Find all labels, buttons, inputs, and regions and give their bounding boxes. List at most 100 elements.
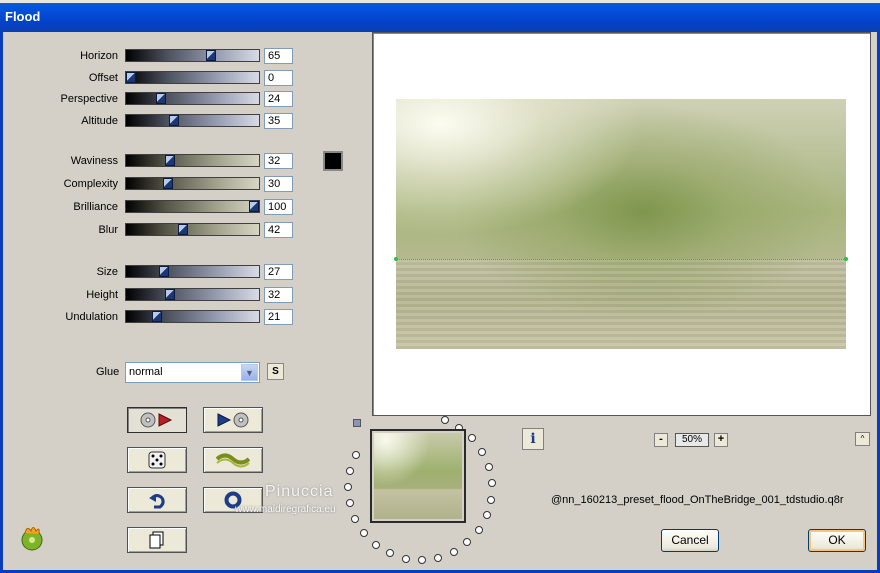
param-slider[interactable] [125, 310, 260, 323]
load-preset-button[interactable] [127, 407, 187, 433]
slider-thumb[interactable] [178, 224, 188, 235]
param-row-complexity: Complexity 30 [3, 176, 303, 194]
param-slider[interactable] [125, 154, 260, 167]
ok-button[interactable]: OK [808, 529, 866, 552]
param-value-field[interactable]: 21 [264, 309, 293, 325]
param-label: Size [96, 266, 118, 278]
param-value-field[interactable]: 30 [264, 176, 293, 192]
horizon-handle-right[interactable] [844, 257, 848, 261]
preset-slot[interactable] [344, 483, 352, 491]
play-disc-icon [217, 412, 249, 428]
slider-thumb[interactable] [156, 93, 166, 104]
param-label: Brilliance [73, 201, 118, 213]
preset-slot[interactable] [483, 511, 491, 519]
param-value-field[interactable]: 65 [264, 48, 293, 64]
param-row-height: Height 32 [3, 287, 303, 305]
undo-icon [149, 494, 165, 509]
param-label: Offset [88, 72, 118, 84]
param-slider[interactable] [125, 92, 260, 105]
param-value-field[interactable]: 100 [264, 199, 293, 215]
undo-button[interactable] [127, 487, 187, 513]
flood-color-swatch[interactable] [323, 151, 343, 171]
slider-thumb[interactable] [206, 50, 216, 61]
preset-slot[interactable] [478, 448, 486, 456]
copy-icon [149, 531, 164, 549]
preset-thumbnail[interactable] [370, 429, 466, 523]
preset-slot[interactable] [352, 451, 360, 459]
param-row-waviness: Waviness 32 [3, 153, 303, 171]
preset-slot[interactable] [418, 556, 426, 564]
preset-slot[interactable] [485, 463, 493, 471]
slider-thumb[interactable] [165, 155, 175, 166]
param-slider[interactable] [125, 223, 260, 236]
preset-slot[interactable] [372, 541, 380, 549]
zoom-in-button[interactable]: + [714, 433, 728, 447]
param-value-field[interactable]: 32 [264, 153, 293, 169]
copy-button[interactable] [127, 527, 187, 553]
preset-slot[interactable] [434, 554, 442, 562]
preset-wheel-start-marker[interactable] [353, 419, 361, 427]
preset-slot[interactable] [441, 416, 449, 424]
param-value-field[interactable]: 32 [264, 287, 293, 303]
param-slider[interactable] [125, 49, 260, 62]
param-value-field[interactable]: 42 [264, 222, 293, 238]
slider-thumb[interactable] [152, 311, 162, 322]
param-slider[interactable] [125, 200, 260, 213]
dice-icon [148, 451, 166, 469]
slider-thumb[interactable] [163, 178, 173, 189]
slider-thumb[interactable] [249, 201, 259, 212]
param-row-brilliance: Brilliance 100 [3, 199, 303, 217]
preset-slot[interactable] [386, 549, 394, 557]
preset-slot[interactable] [487, 496, 495, 504]
glue-select[interactable]: normal ▼ [125, 362, 260, 383]
save-preset-button[interactable] [203, 407, 263, 433]
horizon-handle-left[interactable] [394, 257, 398, 261]
randomize-button[interactable] [127, 447, 187, 473]
preset-slot[interactable] [351, 515, 359, 523]
preset-slot[interactable] [360, 529, 368, 537]
watermark-name: Pinuccia [265, 483, 334, 500]
zoom-level: 50% [675, 433, 709, 447]
preset-slot[interactable] [346, 499, 354, 507]
param-label: Horizon [80, 50, 118, 62]
s-button[interactable]: S [267, 363, 284, 380]
preset-slot[interactable] [488, 479, 496, 487]
slider-thumb[interactable] [169, 115, 179, 126]
param-label: Altitude [81, 115, 118, 127]
preset-slot[interactable] [450, 548, 458, 556]
title-bar-top-strip [0, 0, 880, 3]
preset-slot[interactable] [463, 538, 471, 546]
param-label: Blur [98, 224, 118, 236]
param-slider[interactable] [125, 71, 260, 84]
preset-slot[interactable] [346, 467, 354, 475]
slider-thumb[interactable] [159, 266, 169, 277]
title-bar: Flood [0, 0, 880, 32]
param-slider[interactable] [125, 288, 260, 301]
param-value-field[interactable]: 24 [264, 91, 293, 107]
preview-canvas[interactable] [372, 32, 871, 416]
slider-thumb[interactable] [126, 72, 136, 83]
param-row-perspective: Perspective 24 [3, 91, 303, 109]
info-button[interactable]: i [522, 428, 544, 450]
param-slider[interactable] [125, 177, 260, 190]
param-row-undulation: Undulation 21 [3, 309, 303, 327]
param-value-field[interactable]: 27 [264, 264, 293, 280]
param-row-offset: Offset 0 [3, 70, 303, 88]
param-slider[interactable] [125, 114, 260, 127]
param-slider[interactable] [125, 265, 260, 278]
chevron-down-icon[interactable]: ▼ [241, 364, 258, 381]
zoom-out-button[interactable]: - [654, 433, 668, 447]
preset-slot[interactable] [475, 526, 483, 534]
collapse-button[interactable]: ^ [855, 432, 870, 446]
param-row-blur: Blur 42 [3, 222, 303, 240]
horizon-guide-line[interactable] [396, 259, 846, 260]
param-value-field[interactable]: 0 [264, 70, 293, 86]
cancel-button[interactable]: Cancel [661, 529, 719, 552]
preset-slot[interactable] [402, 555, 410, 563]
preset-slot[interactable] [468, 434, 476, 442]
param-label: Complexity [63, 178, 118, 190]
param-value-field[interactable]: 35 [264, 113, 293, 129]
slider-thumb[interactable] [165, 289, 175, 300]
dialog-client-area: Horizon 65 Offset 0 Perspective 24 Altitude 35 W… [0, 32, 880, 573]
reset-wave-button[interactable] [203, 447, 263, 473]
